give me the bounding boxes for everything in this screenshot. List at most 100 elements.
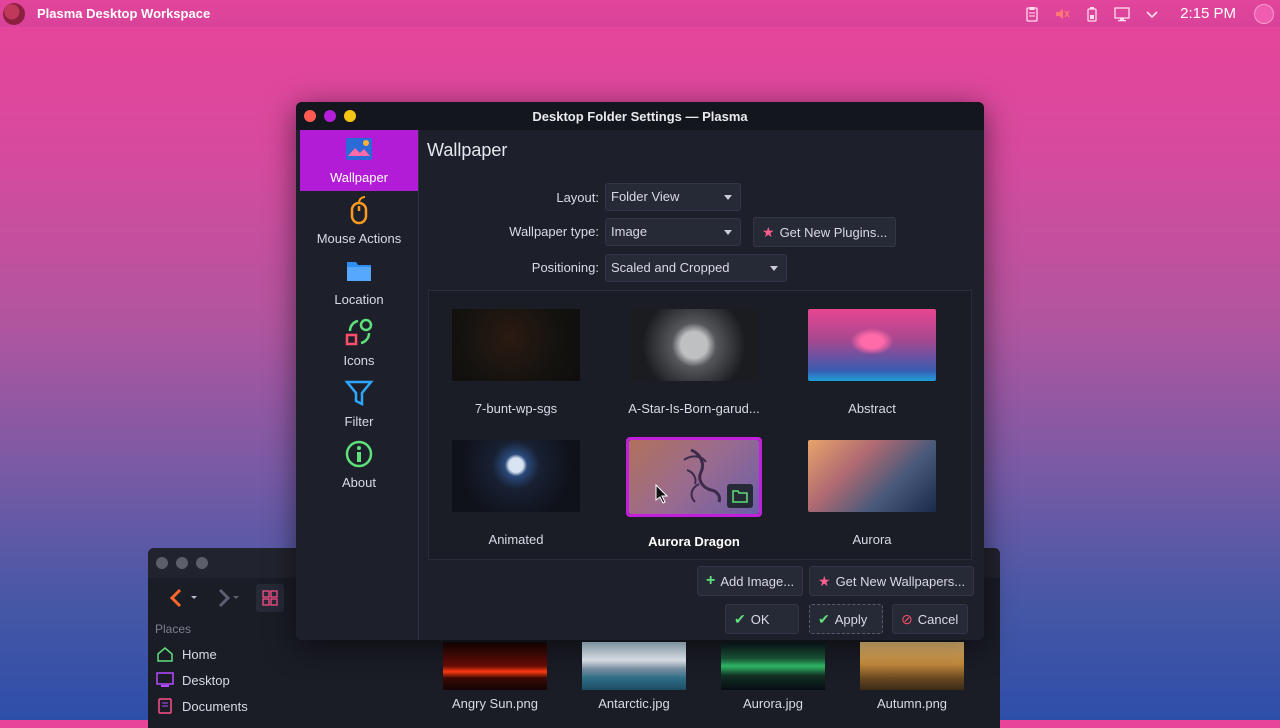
- get-new-plugins-button[interactable]: ★ Get New Plugins...: [753, 217, 897, 247]
- file-name: Angry Sun.png: [451, 696, 538, 711]
- dropdown-arrow-icon: [770, 266, 778, 271]
- wallpaper-thumbnail: [629, 440, 759, 514]
- selection-frame: [626, 437, 762, 517]
- documents-icon: [158, 698, 172, 714]
- active-window-title: Plasma Desktop Workspace: [37, 6, 211, 21]
- sidebar-item-label: Mouse Actions: [316, 231, 402, 246]
- wallpaper-tile[interactable]: Aurora: [802, 440, 942, 547]
- layout-combobox[interactable]: Folder View: [605, 183, 741, 211]
- top-panel: Plasma Desktop Workspace 2:15 PM: [0, 0, 1280, 27]
- dropdown-arrow-icon: [724, 195, 732, 200]
- wallpaper-type-label: Wallpaper type:: [509, 224, 599, 239]
- place-label: Desktop: [182, 672, 230, 688]
- wallpaper-name: Aurora: [852, 532, 892, 547]
- sidebar-item-icons[interactable]: Icons: [300, 313, 418, 374]
- wallpaper-name: A-Star-Is-Born-garud...: [628, 401, 760, 416]
- check-icon: ✔: [818, 610, 830, 627]
- settings-sidebar: Wallpaper Mouse Actions Location Icons F…: [300, 130, 418, 640]
- cancel-button[interactable]: ⊘ Cancel: [892, 604, 968, 634]
- wallpaper-thumbnail: [452, 440, 580, 512]
- add-image-button[interactable]: + Add Image...: [697, 566, 804, 596]
- wallpaper-thumbnail: [808, 440, 936, 512]
- wallpaper-name: Abstract: [848, 401, 896, 416]
- file-name: Aurora.jpg: [743, 696, 803, 711]
- cancel-icon: ⊘: [901, 610, 913, 627]
- wallpaper-tile[interactable]: 7-bunt-wp-sgs: [446, 309, 586, 416]
- plus-icon: +: [706, 572, 716, 589]
- folder-icon: [732, 490, 748, 503]
- wallpaper-name: Aurora Dragon: [648, 534, 740, 549]
- file-item[interactable]: Autumn.png: [860, 642, 964, 711]
- system-tray: 2:15 PM: [1024, 0, 1280, 27]
- icons-icon: [345, 318, 373, 346]
- file-item[interactable]: Angry Sun.png: [443, 642, 547, 711]
- positioning-combobox[interactable]: Scaled and Cropped: [605, 254, 787, 282]
- forward-icon[interactable]: [214, 586, 248, 610]
- filter-icon: [344, 380, 374, 407]
- wallpaper-icon: [346, 138, 372, 160]
- wallpaper-grid: 7-bunt-wp-sgs A-Star-Is-Born-garud... Ab…: [428, 290, 972, 560]
- sidebar-item-mouse-actions[interactable]: Mouse Actions: [300, 191, 418, 252]
- place-label: Home: [182, 646, 217, 662]
- layout-value: Folder View: [611, 189, 680, 204]
- place-desktop[interactable]: Desktop: [156, 672, 230, 688]
- grid-view-icon: [262, 590, 278, 606]
- network-icon[interactable]: [1114, 6, 1130, 22]
- sidebar-item-about[interactable]: About: [300, 435, 418, 496]
- sidebar-item-label: About: [342, 475, 376, 490]
- folder-icon: [347, 262, 371, 281]
- desktop-icon: [156, 672, 174, 687]
- apply-button[interactable]: ✔ Apply: [809, 604, 883, 634]
- file-item[interactable]: Aurora.jpg: [721, 642, 825, 711]
- layout-label: Layout:: [556, 190, 599, 205]
- place-label: Documents: [182, 698, 248, 714]
- wallpaper-tile[interactable]: Animated: [446, 440, 586, 547]
- get-new-wallpapers-label: Get New Wallpapers...: [835, 573, 966, 589]
- ok-label: OK: [750, 611, 770, 627]
- add-image-label: Add Image...: [720, 573, 795, 589]
- check-icon: ✔: [734, 610, 746, 627]
- sidebar-item-filter[interactable]: Filter: [300, 374, 418, 435]
- places-heading: Places: [155, 622, 192, 636]
- apply-label: Apply: [834, 611, 868, 627]
- file-name: Autumn.png: [876, 696, 948, 711]
- sidebar-item-label: Location: [334, 292, 384, 307]
- ok-button[interactable]: ✔ OK: [725, 604, 799, 634]
- file-name: Antarctic.jpg: [598, 696, 670, 711]
- file-thumbnail: [721, 642, 825, 690]
- volume-muted-icon[interactable]: [1054, 6, 1070, 22]
- wallpaper-tile[interactable]: Abstract: [802, 309, 942, 416]
- place-home[interactable]: Home: [156, 646, 217, 662]
- positioning-value: Scaled and Cropped: [611, 260, 730, 275]
- minimize-button[interactable]: [176, 557, 188, 569]
- file-thumbnail: [443, 642, 547, 690]
- wallpaper-thumbnail: [630, 309, 758, 381]
- mouse-icon: [350, 196, 368, 225]
- app-launcher-icon[interactable]: [3, 2, 25, 25]
- dialog-titlebar[interactable]: Desktop Folder Settings — Plasma: [296, 102, 984, 130]
- clipboard-icon[interactable]: [1024, 6, 1040, 22]
- sidebar-item-label: Wallpaper: [329, 170, 389, 185]
- user-avatar-icon[interactable]: [1254, 3, 1274, 24]
- maximize-button[interactable]: [196, 557, 208, 569]
- star-icon: ★: [762, 223, 775, 240]
- sidebar-item-wallpaper[interactable]: Wallpaper: [300, 130, 418, 191]
- close-button[interactable]: [156, 557, 168, 569]
- open-folder-button[interactable]: [727, 484, 753, 508]
- file-thumbnail: [582, 642, 686, 690]
- info-icon: [345, 440, 373, 468]
- back-icon[interactable]: [166, 586, 200, 610]
- clock[interactable]: 2:15 PM: [1180, 5, 1236, 22]
- wallpaper-tile[interactable]: A-Star-Is-Born-garud...: [624, 309, 764, 416]
- place-documents[interactable]: Documents: [156, 698, 248, 714]
- wallpaper-type-combobox[interactable]: Image: [605, 218, 741, 246]
- get-new-wallpapers-button[interactable]: ★ Get New Wallpapers...: [809, 566, 975, 596]
- sidebar-item-location[interactable]: Location: [300, 252, 418, 313]
- icon-view-button[interactable]: [256, 584, 284, 612]
- wallpaper-tile-selected[interactable]: Aurora Dragon: [624, 437, 764, 549]
- battery-icon[interactable]: [1084, 6, 1100, 22]
- chevron-down-icon[interactable]: [1144, 6, 1160, 22]
- file-thumbnail: [860, 642, 964, 690]
- get-new-plugins-label: Get New Plugins...: [779, 224, 888, 240]
- file-item[interactable]: Antarctic.jpg: [582, 642, 686, 711]
